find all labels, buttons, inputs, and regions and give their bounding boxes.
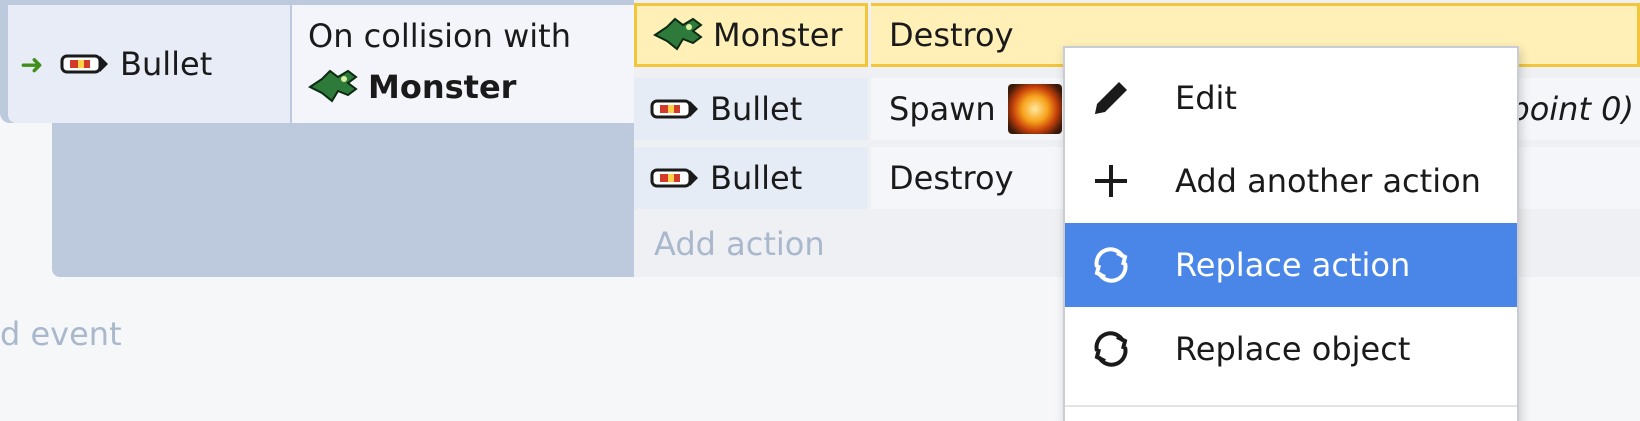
condition-text: On collision with	[308, 17, 571, 55]
action-label: Destroy	[889, 159, 1014, 197]
menu-item-replace-object[interactable]: Replace object	[1065, 307, 1517, 391]
menu-item-add-another-action[interactable]: Add another action	[1065, 139, 1517, 223]
add-action-link[interactable]: Add action	[654, 225, 825, 263]
pencil-icon	[1087, 74, 1135, 122]
action-param-text: point 0)	[1509, 90, 1634, 128]
action-object-label: Bullet	[710, 90, 803, 128]
event-object-label: Bullet	[120, 45, 213, 83]
condition-cell[interactable]: On collision with Monster	[292, 5, 634, 123]
action-object-label: Bullet	[710, 159, 803, 197]
bullet-icon	[60, 49, 110, 79]
condition-object-name: Monster	[368, 68, 517, 106]
menu-item-label: Add another action	[1175, 162, 1481, 200]
plus-icon	[1087, 157, 1135, 205]
action-label: Spawn	[889, 90, 996, 128]
action-object-cell[interactable]: Bullet	[634, 78, 868, 140]
add-event-link[interactable]: d event	[0, 315, 122, 353]
monster-icon	[653, 15, 705, 55]
menu-item-replace-action[interactable]: Replace action	[1065, 223, 1517, 307]
arrow-right-icon: ➜	[20, 47, 44, 81]
bullet-icon	[650, 94, 700, 124]
menu-separator	[1065, 405, 1517, 407]
menu-item-label: Replace object	[1175, 330, 1411, 368]
monster-icon	[308, 67, 360, 107]
replace-icon	[1087, 241, 1135, 289]
action-label: Destroy	[889, 16, 1014, 54]
condition-object-cell[interactable]: ➜ Bullet	[8, 5, 290, 123]
menu-item-label: Edit	[1175, 79, 1237, 117]
action-object-cell[interactable]: Bullet	[634, 147, 868, 209]
menu-item-label: Replace action	[1175, 246, 1411, 284]
action-object-cell[interactable]: Monster	[634, 3, 868, 67]
replace-icon	[1087, 325, 1135, 373]
menu-item-edit[interactable]: Edit	[1065, 56, 1517, 140]
action-object-label: Monster	[713, 16, 843, 54]
bullet-icon	[650, 163, 700, 193]
context-menu: Edit Add another action Replace action R…	[1063, 46, 1519, 421]
explosion-icon	[1007, 84, 1062, 134]
